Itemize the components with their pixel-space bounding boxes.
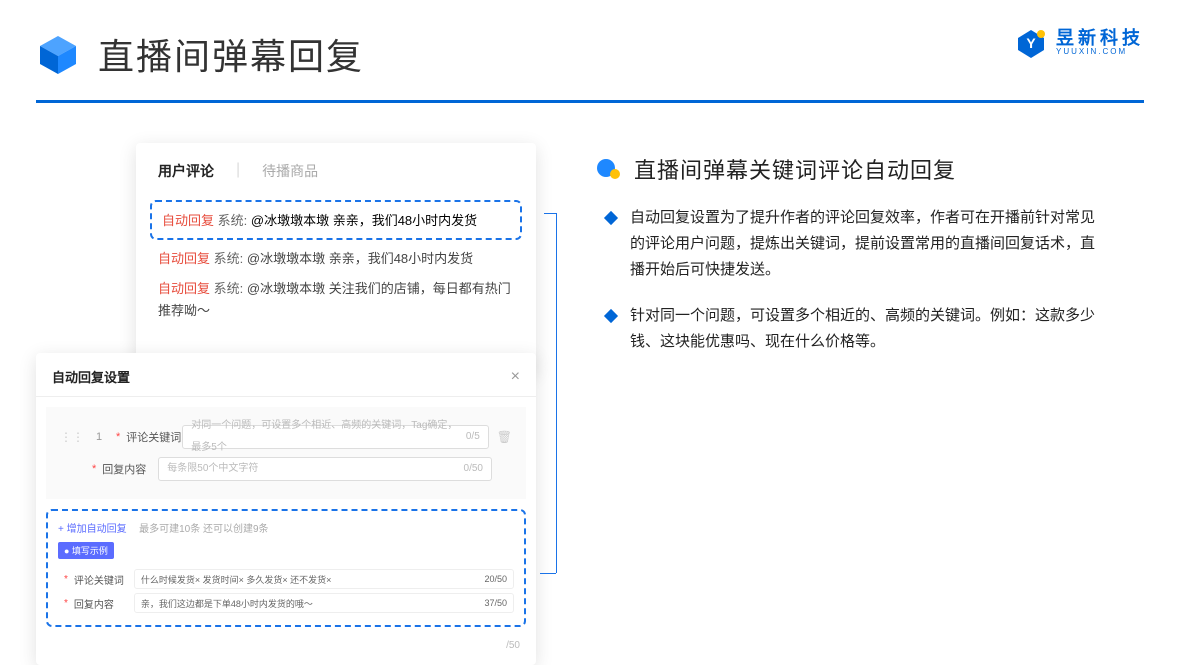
comment-row: 自动回复 系统: @冰墩墩本墩 亲亲，我们48小时内发货 [136, 240, 536, 270]
section-icon [596, 156, 622, 182]
add-hint: 最多可建10条 还可以创建9条 [139, 524, 268, 535]
brand-name-cn: 昱新科技 [1056, 29, 1144, 47]
ex-keyword-tags: 什么时候发货× 发货时间× 多久发货× 还不发货× [141, 573, 332, 586]
highlighted-comment: 自动回复 系统: @冰墩墩本墩 亲亲，我们48小时内发货 [150, 200, 522, 240]
connector-line [544, 213, 556, 214]
diamond-icon [604, 309, 618, 323]
auto-reply-tag: 自动回复 [162, 213, 214, 228]
add-auto-reply-link[interactable]: + 增加自动回复 [58, 520, 127, 535]
section-title: 直播间弹幕关键词评论自动回复 [634, 153, 956, 185]
settings-title: 自动回复设置 [52, 367, 130, 386]
ex-keyword-label: 评论关键词 [74, 572, 134, 587]
cube-icon [36, 32, 80, 76]
system-tag: 系统: [218, 213, 248, 228]
bullet-text-2: 针对同一个问题，可设置多个相近的、高频的关键词。例如：这款多少钱、这块能优惠吗、… [630, 303, 1104, 355]
delete-icon[interactable]: 🗑 [497, 430, 512, 444]
example-callout: + 增加自动回复 最多可建10条 还可以创建9条 ● 填写示例 * 评论关键词 … [46, 509, 526, 627]
drag-handle-icon[interactable]: ⋮⋮ [60, 430, 84, 444]
reply-input[interactable]: 每条限50个中文字符0/50 [158, 457, 492, 481]
bullet-text-1: 自动回复设置为了提升作者的评论回复效率，作者可在开播前针对常见的评论用户问题，提… [630, 205, 1104, 283]
tab-user-comments[interactable]: 用户评论 [158, 161, 214, 181]
row-number: 1 [88, 431, 110, 443]
brand-name-en: YUUXIN.COM [1056, 47, 1144, 57]
reply-label: 回复内容 [102, 461, 158, 477]
close-icon[interactable]: × [511, 368, 520, 386]
brand-logo: Y 昱新科技 YUUXIN.COM [1016, 28, 1144, 58]
comment-text-2: @冰墩墩本墩 亲亲，我们48小时内发货 [247, 251, 473, 266]
connector-line [540, 573, 556, 574]
bullet-2: 针对同一个问题，可设置多个相近的、高频的关键词。例如：这款多少钱、这块能优惠吗、… [606, 303, 1104, 355]
trailing-counter: /50 [506, 640, 520, 651]
bullet-1: 自动回复设置为了提升作者的评论回复效率，作者可在开播前针对常见的评论用户问题，提… [606, 205, 1104, 283]
comment-text-3: @冰墩墩本墩 关注我们的店铺，每日都有热门推荐呦～ [158, 281, 511, 318]
auto-reply-settings-panel: 自动回复设置 × ⋮⋮ 1 * 评论关键词 对同一个问题，可设置多个相近、高频的… [36, 353, 536, 665]
page-title: 直播间弹幕回复 [98, 28, 364, 80]
keyword-label: 评论关键词 [126, 429, 182, 445]
connector-line [556, 213, 557, 573]
ex-reply-input[interactable]: 亲，我们这边都是下单48小时内发货的哦～ 37/50 [134, 593, 514, 613]
ex-keyword-input[interactable]: 什么时候发货× 发货时间× 多久发货× 还不发货× 20/50 [134, 569, 514, 589]
svg-text:Y: Y [1026, 35, 1036, 51]
example-badge: ● 填写示例 [58, 542, 114, 559]
diamond-icon [604, 211, 618, 225]
required-star: * [116, 431, 120, 443]
comment-text-1: @冰墩墩本墩 亲亲，我们48小时内发货 [251, 213, 477, 228]
tab-divider: | [236, 161, 240, 181]
ex-reply-label: 回复内容 [74, 596, 134, 611]
keyword-input[interactable]: 对同一个问题，可设置多个相近、高频的关键词，Tag确定，最多5个0/5 [182, 425, 488, 449]
comments-panel: 用户评论 | 待播商品 自动回复 系统: @冰墩墩本墩 亲亲，我们48小时内发货… [136, 143, 536, 372]
comment-row: 自动回复 系统: @冰墩墩本墩 关注我们的店铺，每日都有热门推荐呦～ [136, 270, 536, 322]
tab-pending-products[interactable]: 待播商品 [262, 161, 318, 181]
